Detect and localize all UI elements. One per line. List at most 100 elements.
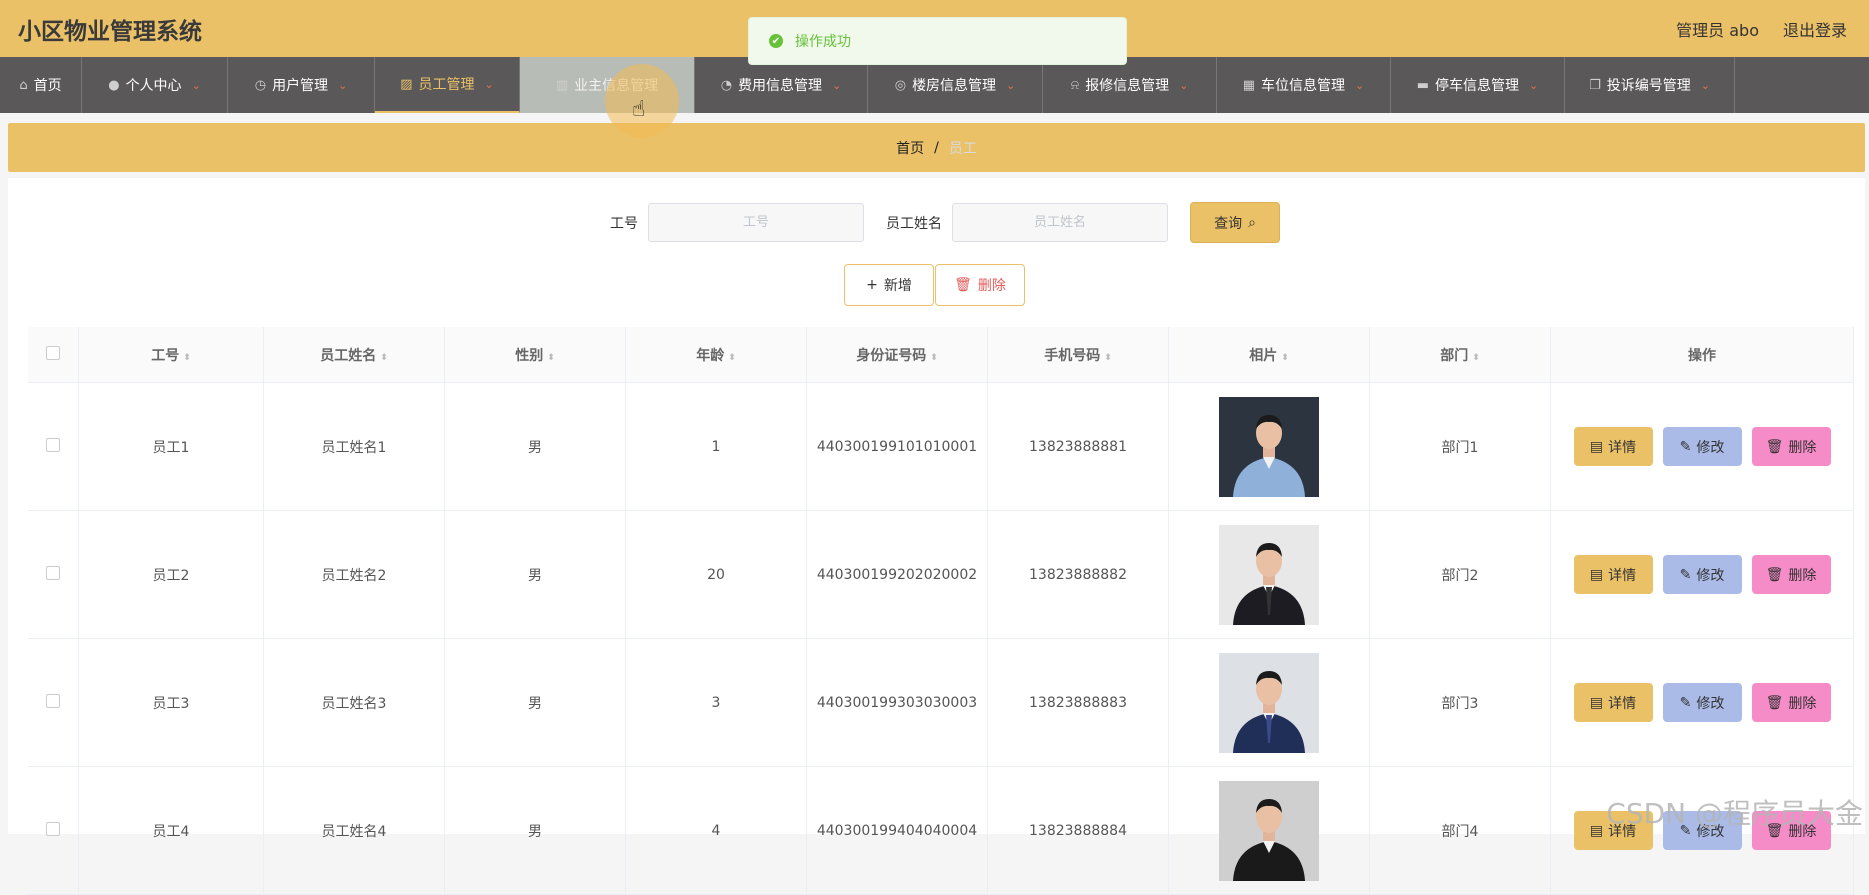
col-header: 操作 xyxy=(1550,327,1854,383)
cell-dept: 部门2 xyxy=(1369,510,1551,639)
sort-icon: ⬍ xyxy=(728,352,736,363)
row-select-cell[interactable] xyxy=(28,638,79,767)
breadcrumb: 首页 / 员工 xyxy=(8,123,1865,172)
chevron-down-icon: ⌄ xyxy=(484,77,494,91)
col-header[interactable]: 工号 ⬍ xyxy=(78,327,264,383)
cell-gender: 男 xyxy=(444,766,626,895)
cell-age: 1 xyxy=(625,382,807,511)
cell-gender: 男 xyxy=(444,382,626,511)
table-header-row: 工号 ⬍ 员工姓名 ⬍ 性别 ⬍ 年龄 ⬍ 身份证号码 ⬍ 手机号码 ⬍ 相片 ⬍ 部门 ⬍ 操… xyxy=(28,327,1854,383)
detail-button[interactable]: ▤ 详情 xyxy=(1573,427,1653,466)
batch-delete-button[interactable]: 🗑 删除 xyxy=(935,264,1025,306)
logout-link[interactable]: 退出登录 xyxy=(1783,17,1847,41)
edit-button[interactable]: ✎ 修改 xyxy=(1662,683,1742,722)
grid-icon: ▦ xyxy=(1242,77,1256,93)
table-row: 员工2 员工姓名2 男 20 440300199202020002 138238… xyxy=(28,510,1854,639)
chevron-down-icon: ⌄ xyxy=(1355,78,1365,92)
breadcrumb-separator: / xyxy=(934,139,939,156)
chevron-down-icon: ⌄ xyxy=(191,78,201,92)
success-toast: ✔ 操作成功 xyxy=(748,17,1127,65)
edit-button[interactable]: ✎ 修改 xyxy=(1662,427,1742,466)
staff-photo[interactable] xyxy=(1219,396,1319,497)
cell-idcard: 440300199101010001 xyxy=(806,382,988,511)
nav-item-repairs[interactable]: ⍾ 报修信息管理 ⌄ xyxy=(1043,57,1217,113)
bell-off-icon: ⍾ xyxy=(1070,77,1080,93)
nav-label: 停车信息管理 xyxy=(1435,78,1520,94)
nav-item-buildings[interactable]: ◎ 楼房信息管理 ⌄ xyxy=(868,57,1043,113)
cell-photo xyxy=(1168,510,1370,639)
cell-ops: ▤ 详情 ✎ 修改 🗑 删除 xyxy=(1550,638,1854,767)
cell-phone: 13823888884 xyxy=(987,766,1169,895)
row-checkbox[interactable] xyxy=(46,821,60,836)
chart-icon: ▨ xyxy=(400,76,413,92)
col-header[interactable]: 身份证号码 ⬍ xyxy=(806,327,988,383)
row-select-cell[interactable] xyxy=(28,382,79,511)
staff-photo[interactable] xyxy=(1219,780,1319,881)
row-checkbox[interactable] xyxy=(46,437,60,452)
cell-staff-name: 员工姓名2 xyxy=(263,510,445,639)
cell-age: 20 xyxy=(625,510,807,639)
staff-photo[interactable] xyxy=(1219,652,1319,753)
detail-button[interactable]: ▤ 详情 xyxy=(1573,555,1653,594)
col-header[interactable]: 性别 ⬍ xyxy=(444,327,626,383)
nav-item-profile[interactable]: ● 个人中心 ⌄ xyxy=(82,57,228,113)
staff-id-input[interactable] xyxy=(648,203,864,242)
row-checkbox[interactable] xyxy=(46,693,60,708)
delete-button[interactable]: 🗑 删除 xyxy=(1751,555,1831,594)
delete-label: 删除 xyxy=(977,278,1006,294)
sort-icon: ⬍ xyxy=(380,352,388,363)
user-icon: ● xyxy=(108,77,120,93)
col-header[interactable]: 相片 ⬍ xyxy=(1168,327,1370,383)
copy-icon: ❐ xyxy=(1589,77,1601,93)
cell-staff-name: 员工姓名4 xyxy=(263,766,445,895)
col-header[interactable]: 员工姓名 ⬍ xyxy=(263,327,445,383)
edit-button[interactable]: ✎ 修改 xyxy=(1662,555,1742,594)
nav-item-fees[interactable]: ◔ 费用信息管理 ⌄ xyxy=(695,57,868,113)
chevron-down-icon: ⌄ xyxy=(1006,78,1016,92)
query-label: 查询 xyxy=(1214,215,1243,232)
check-circle-icon: ✔ xyxy=(769,34,783,48)
col-header[interactable]: 部门 ⬍ xyxy=(1369,327,1551,383)
trash-icon: 🗑 xyxy=(1765,694,1784,711)
clock-icon: ◷ xyxy=(254,77,267,93)
sort-icon: ⬍ xyxy=(547,352,555,363)
detail-button[interactable]: ▤ 详情 xyxy=(1573,683,1653,722)
cell-phone: 13823888883 xyxy=(987,638,1169,767)
pencil-icon: ✎ xyxy=(1679,438,1692,455)
nav-item-complaints[interactable]: ❐ 投诉编号管理 ⌄ xyxy=(1565,57,1735,113)
nav-item-parking[interactable]: ▬ 停车信息管理 ⌄ xyxy=(1391,57,1565,113)
nav-label: 车位信息管理 xyxy=(1261,78,1346,94)
row-select-cell[interactable] xyxy=(28,510,79,639)
nav-item-users[interactable]: ◷ 用户管理 ⌄ xyxy=(228,57,375,113)
chevron-down-icon: ⌄ xyxy=(1179,78,1189,92)
cell-dept: 部门1 xyxy=(1369,382,1551,511)
nav-label: 员工管理 xyxy=(418,77,475,93)
query-button[interactable]: 查询 ⌕ xyxy=(1190,202,1280,243)
cell-staff-id: 员工1 xyxy=(78,382,264,511)
sort-icon: ⬍ xyxy=(183,352,191,363)
nav-item-home[interactable]: ⌂ 首页 xyxy=(0,57,82,113)
nav-item-parking-spaces[interactable]: ▦ 车位信息管理 ⌄ xyxy=(1217,57,1391,113)
col-header[interactable]: 手机号码 ⬍ xyxy=(987,327,1169,383)
staff-name-input[interactable] xyxy=(952,203,1168,242)
breadcrumb-home[interactable]: 首页 xyxy=(896,138,924,158)
nav-label: 楼房信息管理 xyxy=(912,78,997,94)
cell-staff-id: 员工2 xyxy=(78,510,264,639)
trash-icon: 🗑 xyxy=(1765,438,1784,455)
row-select-cell[interactable] xyxy=(28,766,79,895)
cell-gender: 男 xyxy=(444,510,626,639)
nav-label: 报修信息管理 xyxy=(1085,78,1170,94)
delete-button[interactable]: 🗑 删除 xyxy=(1751,427,1831,466)
table-row: 员工1 员工姓名1 男 1 440300199101010001 1382388… xyxy=(28,382,1854,511)
col-header[interactable]: 年龄 ⬍ xyxy=(625,327,807,383)
add-button[interactable]: + 新增 xyxy=(844,264,934,306)
nav-label: 首页 xyxy=(33,78,62,94)
cell-age: 3 xyxy=(625,638,807,767)
nav-item-staff[interactable]: ▨ 员工管理 ⌄ xyxy=(375,57,520,113)
row-checkbox[interactable] xyxy=(46,565,60,580)
select-all-checkbox[interactable] xyxy=(46,345,60,360)
staff-photo[interactable] xyxy=(1219,524,1319,625)
select-all-cell[interactable] xyxy=(28,327,79,383)
nav-label: 费用信息管理 xyxy=(738,78,823,94)
delete-button[interactable]: 🗑 删除 xyxy=(1751,683,1831,722)
